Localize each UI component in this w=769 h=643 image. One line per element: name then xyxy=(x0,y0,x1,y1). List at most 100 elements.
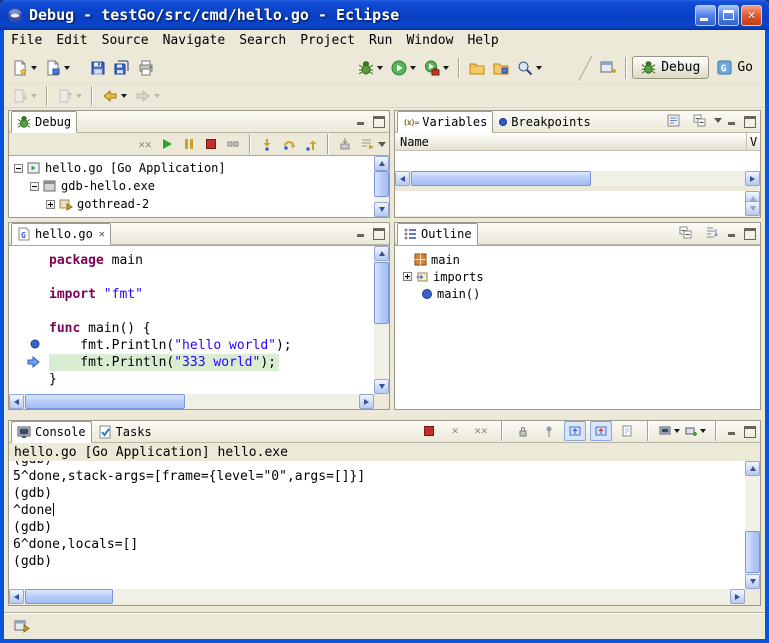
open-perspective-button[interactable] xyxy=(596,57,620,79)
maximize-view-icon[interactable] xyxy=(743,115,756,126)
scroll-down-button[interactable] xyxy=(374,202,389,217)
window-close-button[interactable]: ✕ xyxy=(741,5,762,26)
expander-collapsed-icon[interactable] xyxy=(46,200,55,209)
remove-launch-button[interactable]: ✕ xyxy=(444,421,466,441)
sort-button[interactable] xyxy=(700,223,722,243)
debug-tree-row-thread[interactable]: gothread-2 xyxy=(9,195,389,213)
scroll-down-button[interactable] xyxy=(745,201,760,216)
menu-navigate[interactable]: Navigate xyxy=(156,31,233,51)
open-console-button[interactable] xyxy=(684,421,706,441)
scroll-down-button[interactable] xyxy=(374,379,389,394)
editor-scrollbar-vertical[interactable] xyxy=(374,246,389,394)
scroll-right-button[interactable] xyxy=(730,589,745,604)
minimize-view-icon[interactable] xyxy=(726,227,739,238)
print-button[interactable] xyxy=(134,57,158,79)
expander-expanded-icon[interactable] xyxy=(14,164,23,173)
minimize-view-icon[interactable] xyxy=(355,227,368,238)
window-minimize-button[interactable] xyxy=(695,5,716,26)
scroll-left-button[interactable] xyxy=(395,171,410,186)
scroll-thumb[interactable] xyxy=(25,589,113,604)
breakpoint-marker-icon[interactable] xyxy=(30,339,40,349)
scroll-lock-button[interactable] xyxy=(512,421,534,441)
outline-item-package[interactable]: main xyxy=(395,251,760,268)
maximize-view-icon[interactable] xyxy=(743,425,756,436)
forward-button[interactable] xyxy=(131,85,164,107)
disconnect-button[interactable] xyxy=(222,134,244,154)
menu-edit[interactable]: Edit xyxy=(49,31,94,51)
outline-item-function[interactable]: main() xyxy=(395,285,760,302)
search-button[interactable] xyxy=(513,57,546,79)
view-menu-icon[interactable] xyxy=(378,142,386,147)
scroll-right-button[interactable] xyxy=(359,394,374,409)
perspective-go-button[interactable]: G Go xyxy=(709,57,761,78)
collapse-all-button[interactable] xyxy=(674,223,696,243)
tasks-tab[interactable]: Tasks xyxy=(92,422,158,442)
scroll-down-button[interactable] xyxy=(745,574,760,589)
suspend-button[interactable] xyxy=(178,134,200,154)
menu-window[interactable]: Window xyxy=(399,31,460,51)
variables-tab[interactable]: (x)= Variables xyxy=(397,111,493,133)
close-icon[interactable]: ✕ xyxy=(99,229,105,240)
display-console-button[interactable] xyxy=(658,421,680,441)
scroll-up-button[interactable] xyxy=(374,156,389,171)
open-task-button[interactable] xyxy=(489,57,513,79)
minimize-view-icon[interactable] xyxy=(726,115,739,126)
perspective-debug-button[interactable]: Debug xyxy=(632,56,709,79)
variables-scrollbar-horizontal[interactable] xyxy=(395,171,760,186)
external-tools-button[interactable] xyxy=(420,57,453,79)
run-button[interactable] xyxy=(387,57,420,79)
menu-project[interactable]: Project xyxy=(293,31,362,51)
remove-all-launches-button[interactable]: ✕✕ xyxy=(470,421,492,441)
terminate-console-button[interactable] xyxy=(418,421,440,441)
scroll-thumb[interactable] xyxy=(374,262,389,324)
window-maximize-button[interactable] xyxy=(718,5,739,26)
variables-column-header[interactable]: Name V xyxy=(395,133,760,151)
editor-area[interactable]: package main import "fmt" func main() { … xyxy=(9,245,389,409)
console-tab[interactable]: Console xyxy=(11,421,92,443)
previous-annotation-button[interactable] xyxy=(53,85,86,107)
detail-scrollbar-vertical[interactable] xyxy=(745,191,760,216)
minimize-view-icon[interactable] xyxy=(726,425,739,436)
pin-console-button[interactable] xyxy=(538,421,560,441)
show-stdout-button[interactable] xyxy=(564,421,586,441)
scroll-thumb[interactable] xyxy=(411,171,591,186)
editor-tab[interactable]: G hello.go ✕ xyxy=(11,223,111,245)
scroll-left-button[interactable] xyxy=(9,589,24,604)
console-output[interactable]: (gdb) 5^done,stack-args=[frame={level="0… xyxy=(9,461,745,589)
scroll-up-button[interactable] xyxy=(374,246,389,261)
open-resource-button[interactable] xyxy=(465,57,489,79)
show-stderr-button[interactable] xyxy=(590,421,612,441)
breakpoints-tab[interactable]: Breakpoints xyxy=(493,112,596,132)
new-wizard-button[interactable] xyxy=(8,57,41,79)
menu-file[interactable]: File xyxy=(4,31,49,51)
scroll-thumb[interactable] xyxy=(374,171,389,197)
expander-expanded-icon[interactable] xyxy=(30,182,39,191)
save-all-button[interactable] xyxy=(110,57,134,79)
scroll-up-button[interactable] xyxy=(745,461,760,476)
scroll-thumb[interactable] xyxy=(25,394,185,409)
editor-scrollbar-horizontal[interactable] xyxy=(9,394,374,409)
scroll-left-button[interactable] xyxy=(9,394,24,409)
drop-to-frame-button[interactable] xyxy=(334,134,356,154)
debug-tree-row-process[interactable]: gdb-hello.exe xyxy=(9,177,389,195)
clear-console-button[interactable] xyxy=(616,421,638,441)
fast-view-button[interactable] xyxy=(10,615,34,637)
resume-button[interactable] xyxy=(156,134,178,154)
terminate-button[interactable] xyxy=(200,134,222,154)
code-area[interactable]: package main import "fmt" func main() { … xyxy=(9,246,373,393)
scroll-right-button[interactable] xyxy=(745,171,760,186)
minimize-view-icon[interactable] xyxy=(355,115,368,126)
step-over-button[interactable] xyxy=(278,134,300,154)
debug-button[interactable] xyxy=(354,57,387,79)
expander-collapsed-icon[interactable] xyxy=(403,272,412,281)
show-logical-structure-button[interactable] xyxy=(662,111,684,131)
window-titlebar[interactable]: Debug - testGo/src/cmd/hello.go - Eclips… xyxy=(0,0,769,30)
menu-help[interactable]: Help xyxy=(460,31,505,51)
remove-terminated-button[interactable]: ✕✕ xyxy=(134,134,156,154)
use-step-filters-button[interactable] xyxy=(356,134,378,154)
step-return-button[interactable] xyxy=(300,134,322,154)
menu-run[interactable]: Run xyxy=(362,31,399,51)
save-button[interactable] xyxy=(86,57,110,79)
menu-source[interactable]: Source xyxy=(95,31,156,51)
new-file-button[interactable] xyxy=(41,57,74,79)
